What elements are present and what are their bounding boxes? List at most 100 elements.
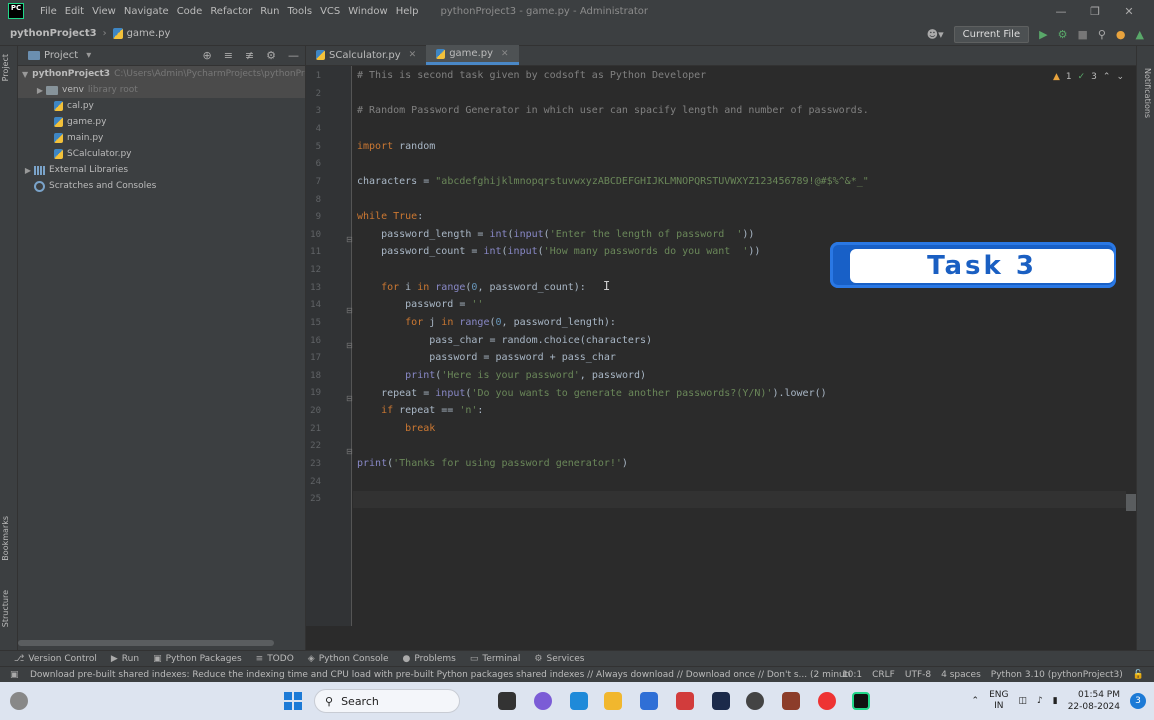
debug-icon[interactable]: ⚙: [1058, 28, 1068, 41]
weather-widget-icon[interactable]: [10, 692, 28, 710]
code-line-9[interactable]: while True:: [357, 211, 423, 222]
battery-icon[interactable]: ▮: [1053, 696, 1058, 706]
chevron-up-icon[interactable]: ⌃: [972, 696, 980, 706]
tool-terminal[interactable]: ▭ Terminal: [470, 654, 521, 664]
tool-services[interactable]: ⚙ Services: [534, 654, 584, 664]
close-icon[interactable]: ✕: [1112, 5, 1146, 18]
python-interpreter[interactable]: Python 3.10 (pythonProject3): [991, 670, 1123, 680]
line-separator[interactable]: CRLF: [872, 670, 895, 680]
code-line-1[interactable]: # This is second task given by codsoft a…: [357, 70, 706, 81]
menu-code[interactable]: Code: [173, 6, 207, 17]
fold-icon[interactable]: ⊟: [346, 235, 353, 244]
volume-icon[interactable]: ♪: [1037, 696, 1043, 706]
menu-tools[interactable]: Tools: [283, 6, 316, 17]
close-tab-icon[interactable]: ✕: [501, 49, 509, 59]
tool-python-packages[interactable]: ▣ Python Packages: [153, 654, 242, 664]
minimize-icon[interactable]: —: [1044, 5, 1078, 18]
tool-python-console[interactable]: ◈ Python Console: [308, 654, 389, 664]
chevron-down-icon[interactable]: ⌄: [1116, 72, 1124, 82]
settings-app-icon[interactable]: [712, 692, 730, 710]
layout-icon[interactable]: ▣: [10, 670, 19, 680]
expand-all-icon[interactable]: ≡: [224, 49, 233, 62]
menu-view[interactable]: View: [88, 6, 120, 17]
code-line-10[interactable]: password_length = int(input('Enter the l…: [357, 229, 754, 240]
tree-item-file[interactable]: main.py: [18, 130, 305, 146]
chevron-right-icon[interactable]: ▶: [22, 166, 34, 175]
menu-run[interactable]: Run: [256, 6, 283, 17]
media-app-icon[interactable]: [746, 692, 764, 710]
code-line-21[interactable]: break: [357, 423, 435, 434]
vertical-scrollbar[interactable]: [1126, 494, 1136, 511]
pycharm-taskbar-icon[interactable]: [852, 692, 870, 710]
project-view-select[interactable]: Project: [44, 50, 78, 61]
status-message[interactable]: Download pre-built shared indexes: Reduc…: [30, 670, 850, 680]
menu-edit[interactable]: Edit: [61, 6, 88, 17]
store-icon[interactable]: [640, 692, 658, 710]
hide-panel-icon[interactable]: —: [288, 49, 299, 62]
tree-item-file[interactable]: cal.py: [18, 98, 305, 114]
run-icon[interactable]: ▶: [1039, 28, 1047, 41]
locate-icon[interactable]: ⊕: [202, 49, 211, 62]
tab-game[interactable]: game.py ✕: [426, 45, 519, 65]
code-line-5[interactable]: import random: [357, 141, 435, 152]
taskbar-search[interactable]: ⚲ Search: [314, 689, 460, 713]
file-explorer-icon[interactable]: [604, 692, 622, 710]
search-icon[interactable]: ⚲: [1098, 28, 1106, 41]
chevron-down-icon[interactable]: ▼: [22, 70, 28, 79]
menu-window[interactable]: Window: [344, 6, 391, 17]
code-line-7[interactable]: characters = "abcdefghijklmnopqrstuvwxyz…: [357, 176, 869, 187]
fold-icon[interactable]: ⊟: [346, 447, 353, 456]
archive-app-icon[interactable]: [782, 692, 800, 710]
gear-icon[interactable]: ⚙: [266, 49, 276, 62]
maximize-icon[interactable]: ❐: [1078, 5, 1112, 18]
tree-item-venv[interactable]: ▶ venv library root: [18, 82, 305, 98]
start-button[interactable]: [284, 692, 302, 710]
chevron-down-icon[interactable]: ▾: [86, 50, 91, 61]
inspection-widget[interactable]: ▲ 1 ✓ 3 ⌃ ⌄: [1053, 72, 1124, 82]
caret-position[interactable]: 10:1: [842, 670, 862, 680]
stop-icon[interactable]: ■: [1077, 28, 1087, 41]
code-line-18[interactable]: print('Here is your password', password): [357, 370, 646, 381]
tool-version-control[interactable]: ⎇ Version Control: [14, 654, 97, 664]
chevron-right-icon[interactable]: ▶: [34, 86, 46, 95]
task-view-icon[interactable]: [498, 692, 516, 710]
chat-icon[interactable]: [534, 692, 552, 710]
project-tool-tab[interactable]: Project: [1, 54, 10, 81]
collapse-all-icon[interactable]: ≢: [245, 49, 254, 62]
breadcrumb-project[interactable]: pythonProject3: [10, 28, 97, 39]
menu-vcs[interactable]: VCS: [316, 6, 344, 17]
code-line-14[interactable]: password = '': [357, 299, 483, 310]
menu-refactor[interactable]: Refactor: [206, 6, 256, 17]
snipping-tool-icon[interactable]: [676, 692, 694, 710]
code-line-20[interactable]: if repeat == 'n':: [357, 405, 483, 416]
chevron-up-icon[interactable]: ⌃: [1103, 72, 1111, 82]
code-line-19[interactable]: repeat = input('Do you wants to generate…: [357, 388, 827, 399]
fold-icon[interactable]: ⊟: [346, 341, 353, 350]
notifications-tool-tab[interactable]: Notifications: [1143, 68, 1152, 118]
vscode-icon[interactable]: [570, 692, 588, 710]
code-line-3[interactable]: # Random Password Generator in which use…: [357, 105, 869, 116]
code-line-15[interactable]: for j in range(0, password_length):: [357, 317, 616, 328]
network-icon[interactable]: ◫: [1018, 696, 1027, 706]
bookmarks-tool-tab[interactable]: Bookmarks: [1, 516, 10, 561]
close-tab-icon[interactable]: ✕: [409, 50, 417, 60]
fold-icon[interactable]: ⊟: [346, 306, 353, 315]
tool-todo[interactable]: ≡ TODO: [256, 654, 294, 664]
file-encoding[interactable]: UTF-8: [905, 670, 931, 680]
tab-scalculator[interactable]: SCalculator.py ✕: [306, 45, 426, 65]
tree-item-external-libraries[interactable]: ▶ External Libraries: [18, 162, 305, 178]
menu-navigate[interactable]: Navigate: [120, 6, 173, 17]
tree-item-file[interactable]: SCalculator.py: [18, 146, 305, 162]
code-line-17[interactable]: password = password + pass_char: [357, 352, 616, 363]
menu-file[interactable]: File: [36, 6, 61, 17]
horizontal-scrollbar[interactable]: [18, 640, 274, 646]
user-icon[interactable]: ☻▾: [927, 28, 944, 41]
updates-icon[interactable]: ●: [1116, 28, 1126, 41]
clock[interactable]: 01:54 PM 22-08-2024: [1068, 689, 1120, 713]
code-line-13[interactable]: for i in range(0, password_count):: [357, 282, 586, 293]
code-line-23[interactable]: print('Thanks for using password generat…: [357, 458, 628, 469]
run-configuration-select[interactable]: Current File: [953, 25, 1030, 43]
plugin-icon[interactable]: ▲: [1136, 28, 1144, 41]
tool-run[interactable]: ▶ Run: [111, 654, 139, 664]
structure-tool-tab[interactable]: Structure: [1, 590, 10, 627]
